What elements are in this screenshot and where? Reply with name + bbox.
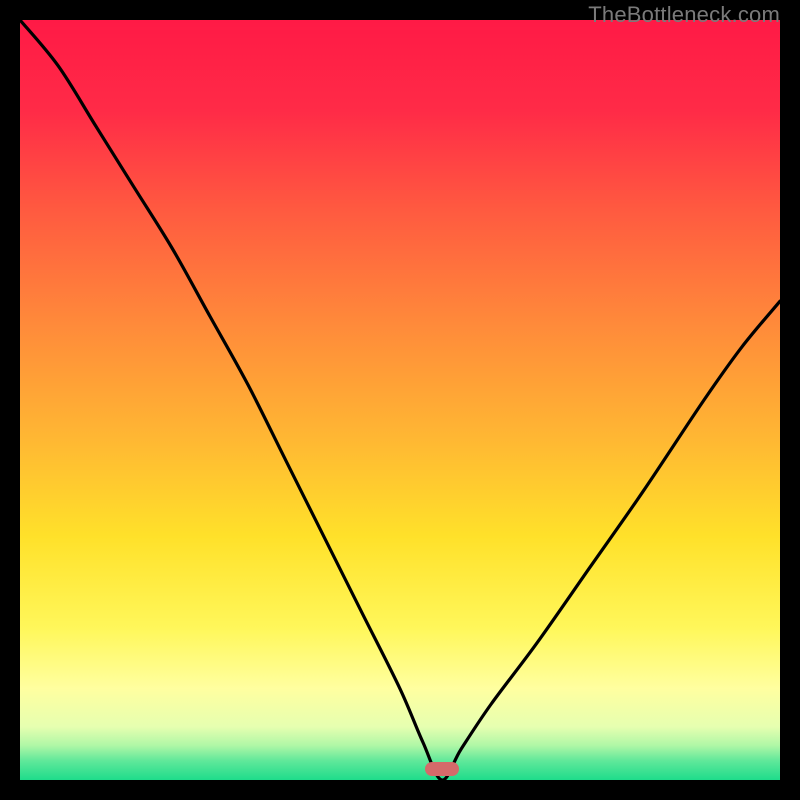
- optimum-marker: [425, 762, 459, 776]
- bottleneck-curve: [20, 20, 780, 780]
- chart-stage: TheBottleneck.com: [0, 0, 800, 800]
- plot-area: [20, 20, 780, 780]
- watermark-label: TheBottleneck.com: [588, 2, 780, 28]
